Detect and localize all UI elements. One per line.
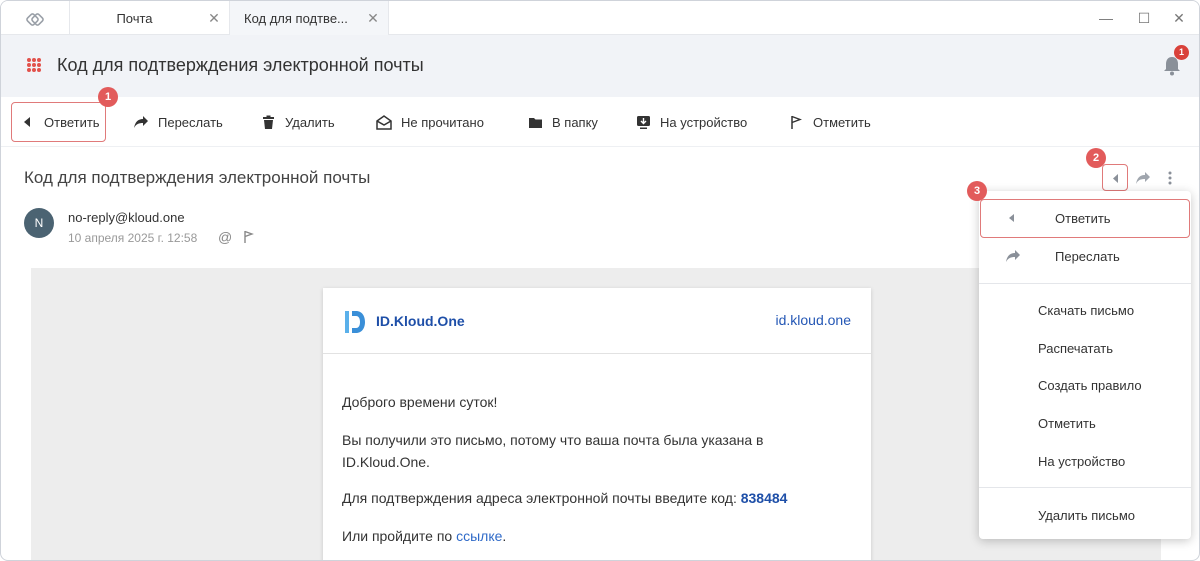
message-actions-dropdown: Ответить Переслать Скачать письмо Распеч… [979,191,1191,539]
code-instruction-text: Для подтверждения адреса электронной поч… [342,490,741,506]
dropdown-create-rule[interactable]: Создать правило [979,366,1191,404]
tab-mail[interactable]: Почта ✕ [69,1,229,35]
dropdown-download[interactable]: Скачать письмо [979,291,1191,329]
highlight-reply-toolbar [11,102,106,142]
minimize-icon[interactable]: — [1096,9,1116,27]
brand-link[interactable]: id.kloud.one [775,312,851,328]
highlight-dropdown-reply [980,199,1190,238]
highlight-message-reply [1102,164,1128,191]
open-envelope-icon [376,114,392,130]
message-date: 10 апреля 2025 г. 12:58 [68,231,198,245]
message-forward-button[interactable] [1132,166,1154,190]
close-tab-icon[interactable]: ✕ [358,10,388,27]
verification-code: 838484 [740,490,788,506]
mark-button[interactable]: Отметить [788,97,871,147]
step-marker-3: 3 [967,181,987,201]
tab-label: Код для подтве... [244,10,348,26]
forward-icon [133,114,149,130]
step-marker-2: 2 [1086,148,1106,168]
id-kloud-logo-icon [345,311,365,333]
dropdown-mark[interactable]: Отметить [979,404,1191,442]
to-device-label: На устройство [660,114,748,130]
avatar: N [24,208,54,238]
page-title: Код для подтверждения электронной почты [57,55,424,75]
trash-icon [260,114,276,130]
dropdown-print-label: Распечатать [1038,340,1114,356]
dropdown-forward-label: Переслать [1055,248,1120,264]
delete-button[interactable]: Удалить [260,97,335,147]
maximize-icon[interactable]: ☐ [1134,9,1154,27]
dropdown-to-device[interactable]: На устройство [979,442,1191,480]
dropdown-divider [979,487,1191,488]
dropdown-delete[interactable]: Удалить письмо [979,496,1191,534]
forward-icon [1006,250,1020,262]
dropdown-download-label: Скачать письмо [1038,302,1135,318]
notification-badge: 1 [1174,45,1189,60]
email-card: ID.Kloud.One id.kloud.one Доброго времен… [323,288,871,560]
save-to-device-button[interactable]: На устройство [635,97,747,147]
info-text-line2: ID.Kloud.One. [342,454,430,470]
dropdown-to-device-label: На устройство [1038,453,1126,469]
app-window: Почта ✕ Код для подтве... ✕ — ☐ ✕ Код дл… [0,0,1200,561]
dropdown-forward[interactable]: Переслать [979,237,1191,275]
tab-label: Почта [116,10,153,26]
code-instruction: Для подтверждения адреса электронной поч… [342,487,787,509]
more-options-button[interactable] [1161,166,1179,190]
flag-icon[interactable] [243,230,255,244]
verification-link[interactable]: ссылке [456,528,502,544]
link-instruction-text: Или пройдите по [342,528,457,544]
greeting-text: Доброго времени суток! [342,394,498,410]
page-header: Код для подтверждения электронной почты … [1,35,1199,97]
step-marker-1: 1 [98,87,118,107]
app-logo-icon [26,13,44,26]
forward-icon [1136,172,1150,184]
tab-verification-code[interactable]: Код для подтве... ✕ [229,1,389,35]
info-text-line1: Вы получили это письмо, потому что ваша … [342,432,764,448]
dropdown-delete-label: Удалить письмо [1038,507,1135,523]
dropdown-divider [979,283,1191,284]
more-vertical-icon [1168,171,1172,185]
folder-icon [527,114,543,130]
unread-label: Не прочитано [401,114,484,130]
apps-grid-icon[interactable] [27,58,41,72]
brand-name: ID.Kloud.One [376,313,465,329]
mark-label: Отметить [813,114,871,130]
email-card-header: ID.Kloud.One id.kloud.one [323,288,871,354]
forward-button[interactable]: Переслать [133,97,223,147]
flag-icon [788,114,804,130]
link-instruction-suffix: . [502,528,507,544]
link-instruction: Или пройдите по ссылке. [342,525,506,547]
delete-label: Удалить [285,114,335,130]
mark-unread-button[interactable]: Не прочитано [376,97,484,147]
move-to-folder-button[interactable]: В папку [527,97,598,147]
dropdown-mark-label: Отметить [1038,415,1096,431]
message-subject: Код для подтверждения электронной почты [24,168,371,187]
dropdown-create-rule-label: Создать правило [1038,377,1142,393]
title-bar: Почта ✕ Код для подтве... ✕ — ☐ ✕ [1,1,1199,35]
dropdown-print[interactable]: Распечатать [979,329,1191,367]
download-icon [635,114,651,130]
close-window-icon[interactable]: ✕ [1169,9,1189,27]
close-tab-icon[interactable]: ✕ [199,10,229,27]
at-icon[interactable]: @ [218,229,232,245]
forward-label: Переслать [158,114,223,130]
sender-address[interactable]: no-reply@kloud.one [68,210,185,225]
message-toolbar: Ответить Переслать Удалить Не прочитано … [1,97,1199,147]
to-folder-label: В папку [552,114,598,130]
